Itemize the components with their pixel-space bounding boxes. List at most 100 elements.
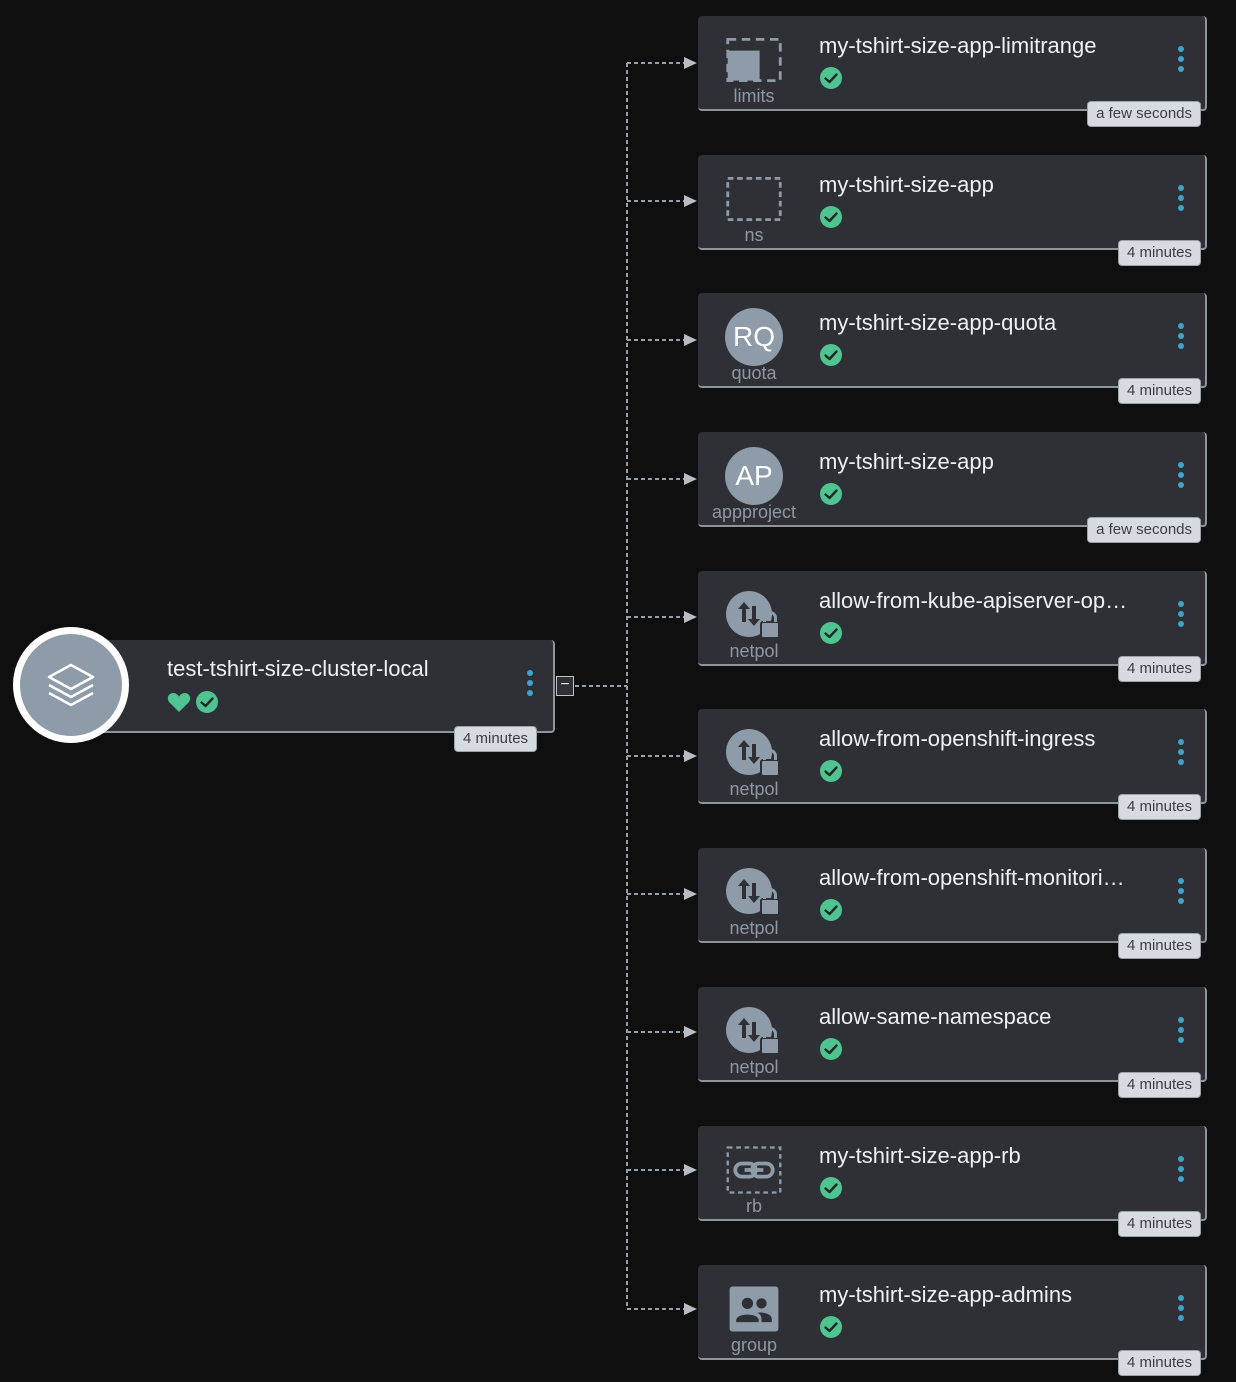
dot — [527, 690, 533, 696]
node-menu-button[interactable] — [1178, 46, 1184, 72]
dot — [527, 680, 533, 686]
dot — [1178, 739, 1184, 745]
kind-label: group — [730, 1335, 778, 1355]
dot — [1178, 1315, 1184, 1321]
arrow-head — [684, 57, 697, 69]
arrow-head — [684, 750, 697, 762]
node-menu-button[interactable] — [1178, 1295, 1184, 1321]
check-circle-icon — [196, 691, 218, 713]
age-badge: 4 minutes — [1117, 378, 1201, 404]
node-menu-button[interactable] — [1178, 1156, 1184, 1182]
root-age-badge: 4 minutes — [454, 726, 538, 752]
node-menu-button[interactable] — [1178, 601, 1184, 627]
child-node-limitrange[interactable]: limits my-tshirt-size-app-limitrange a f… — [698, 16, 1207, 127]
node-menu-button[interactable] — [1178, 462, 1184, 488]
dot — [1178, 472, 1184, 478]
kind-label: limits — [733, 86, 775, 106]
node-title: allow-from-openshift-monitori… — [819, 865, 1125, 890]
dot — [1178, 898, 1184, 904]
child-node-netpol-same-namespace[interactable]: netpol allow-same-namespace 4 minutes — [698, 987, 1207, 1098]
dot — [1178, 482, 1184, 488]
dot — [1178, 1176, 1184, 1182]
dot — [1178, 759, 1184, 765]
layers-icon — [47, 663, 95, 707]
dot — [1178, 601, 1184, 607]
check-circle-icon — [820, 1038, 842, 1060]
root-menu-button[interactable] — [527, 670, 533, 696]
check-circle-icon — [820, 483, 842, 505]
check-circle-icon — [820, 899, 842, 921]
child-node-netpol-apiserver[interactable]: netpol allow-from-kube-apiserver-op… 4 m… — [698, 571, 1207, 682]
namespace-icon — [724, 173, 784, 225]
check-circle-icon — [820, 760, 842, 782]
check-circle-icon — [820, 344, 842, 366]
child-node-group[interactable]: group my-tshirt-size-app-admins 4 minute… — [698, 1265, 1207, 1376]
age-badge: 4 minutes — [1117, 933, 1201, 959]
node-menu-button[interactable] — [1178, 185, 1184, 211]
root-node[interactable]: test-tshirt-size-cluster-local 4 minutes — [70, 640, 555, 752]
arrow-head — [684, 611, 697, 623]
age-badge: 4 minutes — [1117, 794, 1201, 820]
dot — [1178, 1037, 1184, 1043]
age-badge: 4 minutes — [1117, 1072, 1201, 1098]
dot — [1178, 888, 1184, 894]
node-menu-button[interactable] — [1178, 878, 1184, 904]
child-node-netpol-monitoring[interactable]: netpol allow-from-openshift-monitori… 4 … — [698, 848, 1207, 959]
dot — [1178, 878, 1184, 884]
heart-icon — [167, 692, 191, 712]
root-status — [167, 690, 219, 714]
dot — [1178, 1027, 1184, 1033]
check-circle-icon — [820, 67, 842, 89]
node-title: allow-same-namespace — [819, 1004, 1052, 1029]
node-title: allow-from-openshift-ingress — [819, 726, 1096, 751]
group-icon — [724, 1283, 784, 1335]
arrow-head — [684, 1026, 697, 1038]
kind-label: appproject — [711, 502, 797, 522]
dot — [1178, 333, 1184, 339]
child-node-netpol-ingress[interactable]: netpol allow-from-openshift-ingress 4 mi… — [698, 709, 1207, 820]
node-menu-button[interactable] — [1178, 1017, 1184, 1043]
collapse-button[interactable]: − — [556, 676, 574, 696]
root-title: test-tshirt-size-cluster-local — [167, 656, 429, 681]
dot — [1178, 749, 1184, 755]
node-menu-button[interactable] — [1178, 739, 1184, 765]
check-circle-icon — [820, 1316, 842, 1338]
child-node-quota[interactable]: RQ quota my-tshirt-size-app-quota 4 minu… — [698, 293, 1207, 404]
dot — [1178, 56, 1184, 62]
arrow-head — [684, 473, 697, 485]
netpol-icon — [724, 727, 784, 779]
age-badge: a few seconds — [1087, 517, 1201, 543]
arrow-head — [684, 334, 697, 346]
netpol-icon — [724, 1005, 784, 1057]
age-badge: a few seconds — [1087, 101, 1201, 127]
arrow-head — [684, 888, 697, 900]
kind-label: netpol — [729, 1057, 779, 1077]
link-icon — [724, 1144, 784, 1196]
dot — [1178, 1305, 1184, 1311]
netpol-icon — [724, 866, 784, 918]
dot — [1178, 66, 1184, 72]
child-node-namespace[interactable]: ns my-tshirt-size-app 4 minutes — [698, 155, 1207, 266]
dot — [527, 670, 533, 676]
quota-icon: RQ — [724, 308, 784, 366]
appproject-icon: AP — [724, 447, 784, 505]
dot — [1178, 323, 1184, 329]
netpol-icon — [724, 589, 784, 641]
child-node-rolebinding[interactable]: rb my-tshirt-size-app-rb 4 minutes — [698, 1126, 1207, 1237]
kind-label: netpol — [729, 641, 779, 661]
dot — [1178, 343, 1184, 349]
arrow-head — [684, 195, 697, 207]
root-icon-circle — [13, 627, 129, 743]
dot — [1178, 1156, 1184, 1162]
age-badge: 4 minutes — [1117, 656, 1201, 682]
node-title: allow-from-kube-apiserver-op… — [819, 588, 1128, 613]
dot — [1178, 621, 1184, 627]
kind-label: ns — [744, 225, 764, 245]
node-title: my-tshirt-size-app — [819, 449, 994, 474]
kind-label: netpol — [729, 779, 779, 799]
node-menu-button[interactable] — [1178, 323, 1184, 349]
arrow-head — [684, 1164, 697, 1176]
node-title: my-tshirt-size-app — [819, 172, 994, 197]
child-node-appproject[interactable]: AP appproject my-tshirt-size-app a few s… — [698, 432, 1207, 543]
node-title: my-tshirt-size-app-admins — [819, 1282, 1073, 1307]
